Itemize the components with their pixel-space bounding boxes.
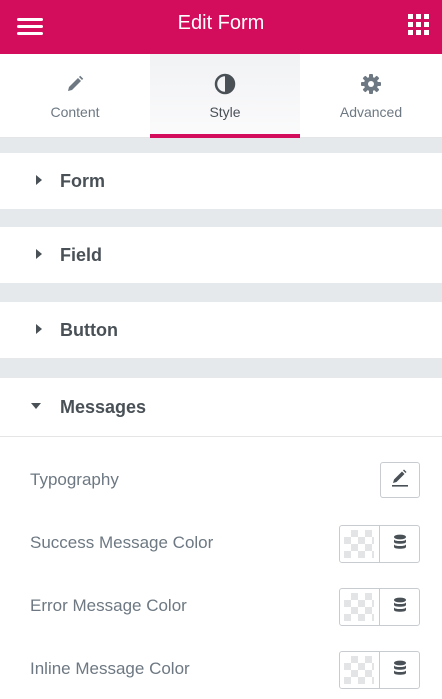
section-messages[interactable]: Messages [0,378,442,436]
pencil-icon [390,468,410,493]
section-button[interactable]: Button [0,302,442,358]
header-title: Edit Form [177,12,265,34]
control-label: Success Message Color [30,533,214,552]
caret-down-icon [31,403,41,409]
success-color-control: Success Message Color [0,523,442,563]
tab-style-label: Style [209,104,241,120]
editor-header: Edit Form [0,0,442,54]
pencil-icon [0,72,150,96]
typography-control: Typography [0,460,442,500]
database-globals-icon [393,534,407,555]
database-globals-icon [393,660,407,681]
color-picker [339,525,420,563]
caret-right-icon [36,249,42,259]
active-tab-indicator [150,134,300,138]
color-swatch[interactable] [344,593,374,621]
messages-controls-panel: Typography Success Message Color Error M… [0,436,442,699]
section-title: Form [60,171,105,191]
tab-advanced-label: Advanced [339,104,403,120]
error-color-control: Error Message Color [0,586,442,626]
color-picker [339,651,420,689]
panel-tabs: Content Style Advanced [0,54,442,138]
color-swatch[interactable] [344,656,374,684]
half-circle-contrast-icon [150,72,300,96]
global-colors-button[interactable] [380,526,419,562]
tab-content[interactable]: Content [0,54,150,138]
tab-style[interactable]: Style [150,54,300,138]
tab-content-label: Content [50,104,100,120]
section-title: Messages [60,397,147,417]
global-colors-button[interactable] [380,652,419,688]
section-title: Field [60,245,103,265]
control-label: Typography [30,470,119,489]
tab-advanced[interactable]: Advanced [300,54,442,138]
typography-edit-button[interactable] [380,462,420,498]
color-swatch[interactable] [344,530,374,558]
control-label: Inline Message Color [30,659,190,678]
color-picker [339,588,420,626]
section-title: Button [60,320,118,340]
section-form[interactable]: Form [0,153,442,209]
database-globals-icon [393,597,407,618]
global-colors-button[interactable] [380,589,419,625]
control-label: Error Message Color [30,596,187,615]
gear-icon [300,72,442,96]
grid-apps-icon[interactable] [408,14,430,36]
caret-right-icon [36,175,42,185]
section-field[interactable]: Field [0,227,442,283]
inline-color-control: Inline Message Color [0,649,442,689]
caret-right-icon [36,324,42,334]
